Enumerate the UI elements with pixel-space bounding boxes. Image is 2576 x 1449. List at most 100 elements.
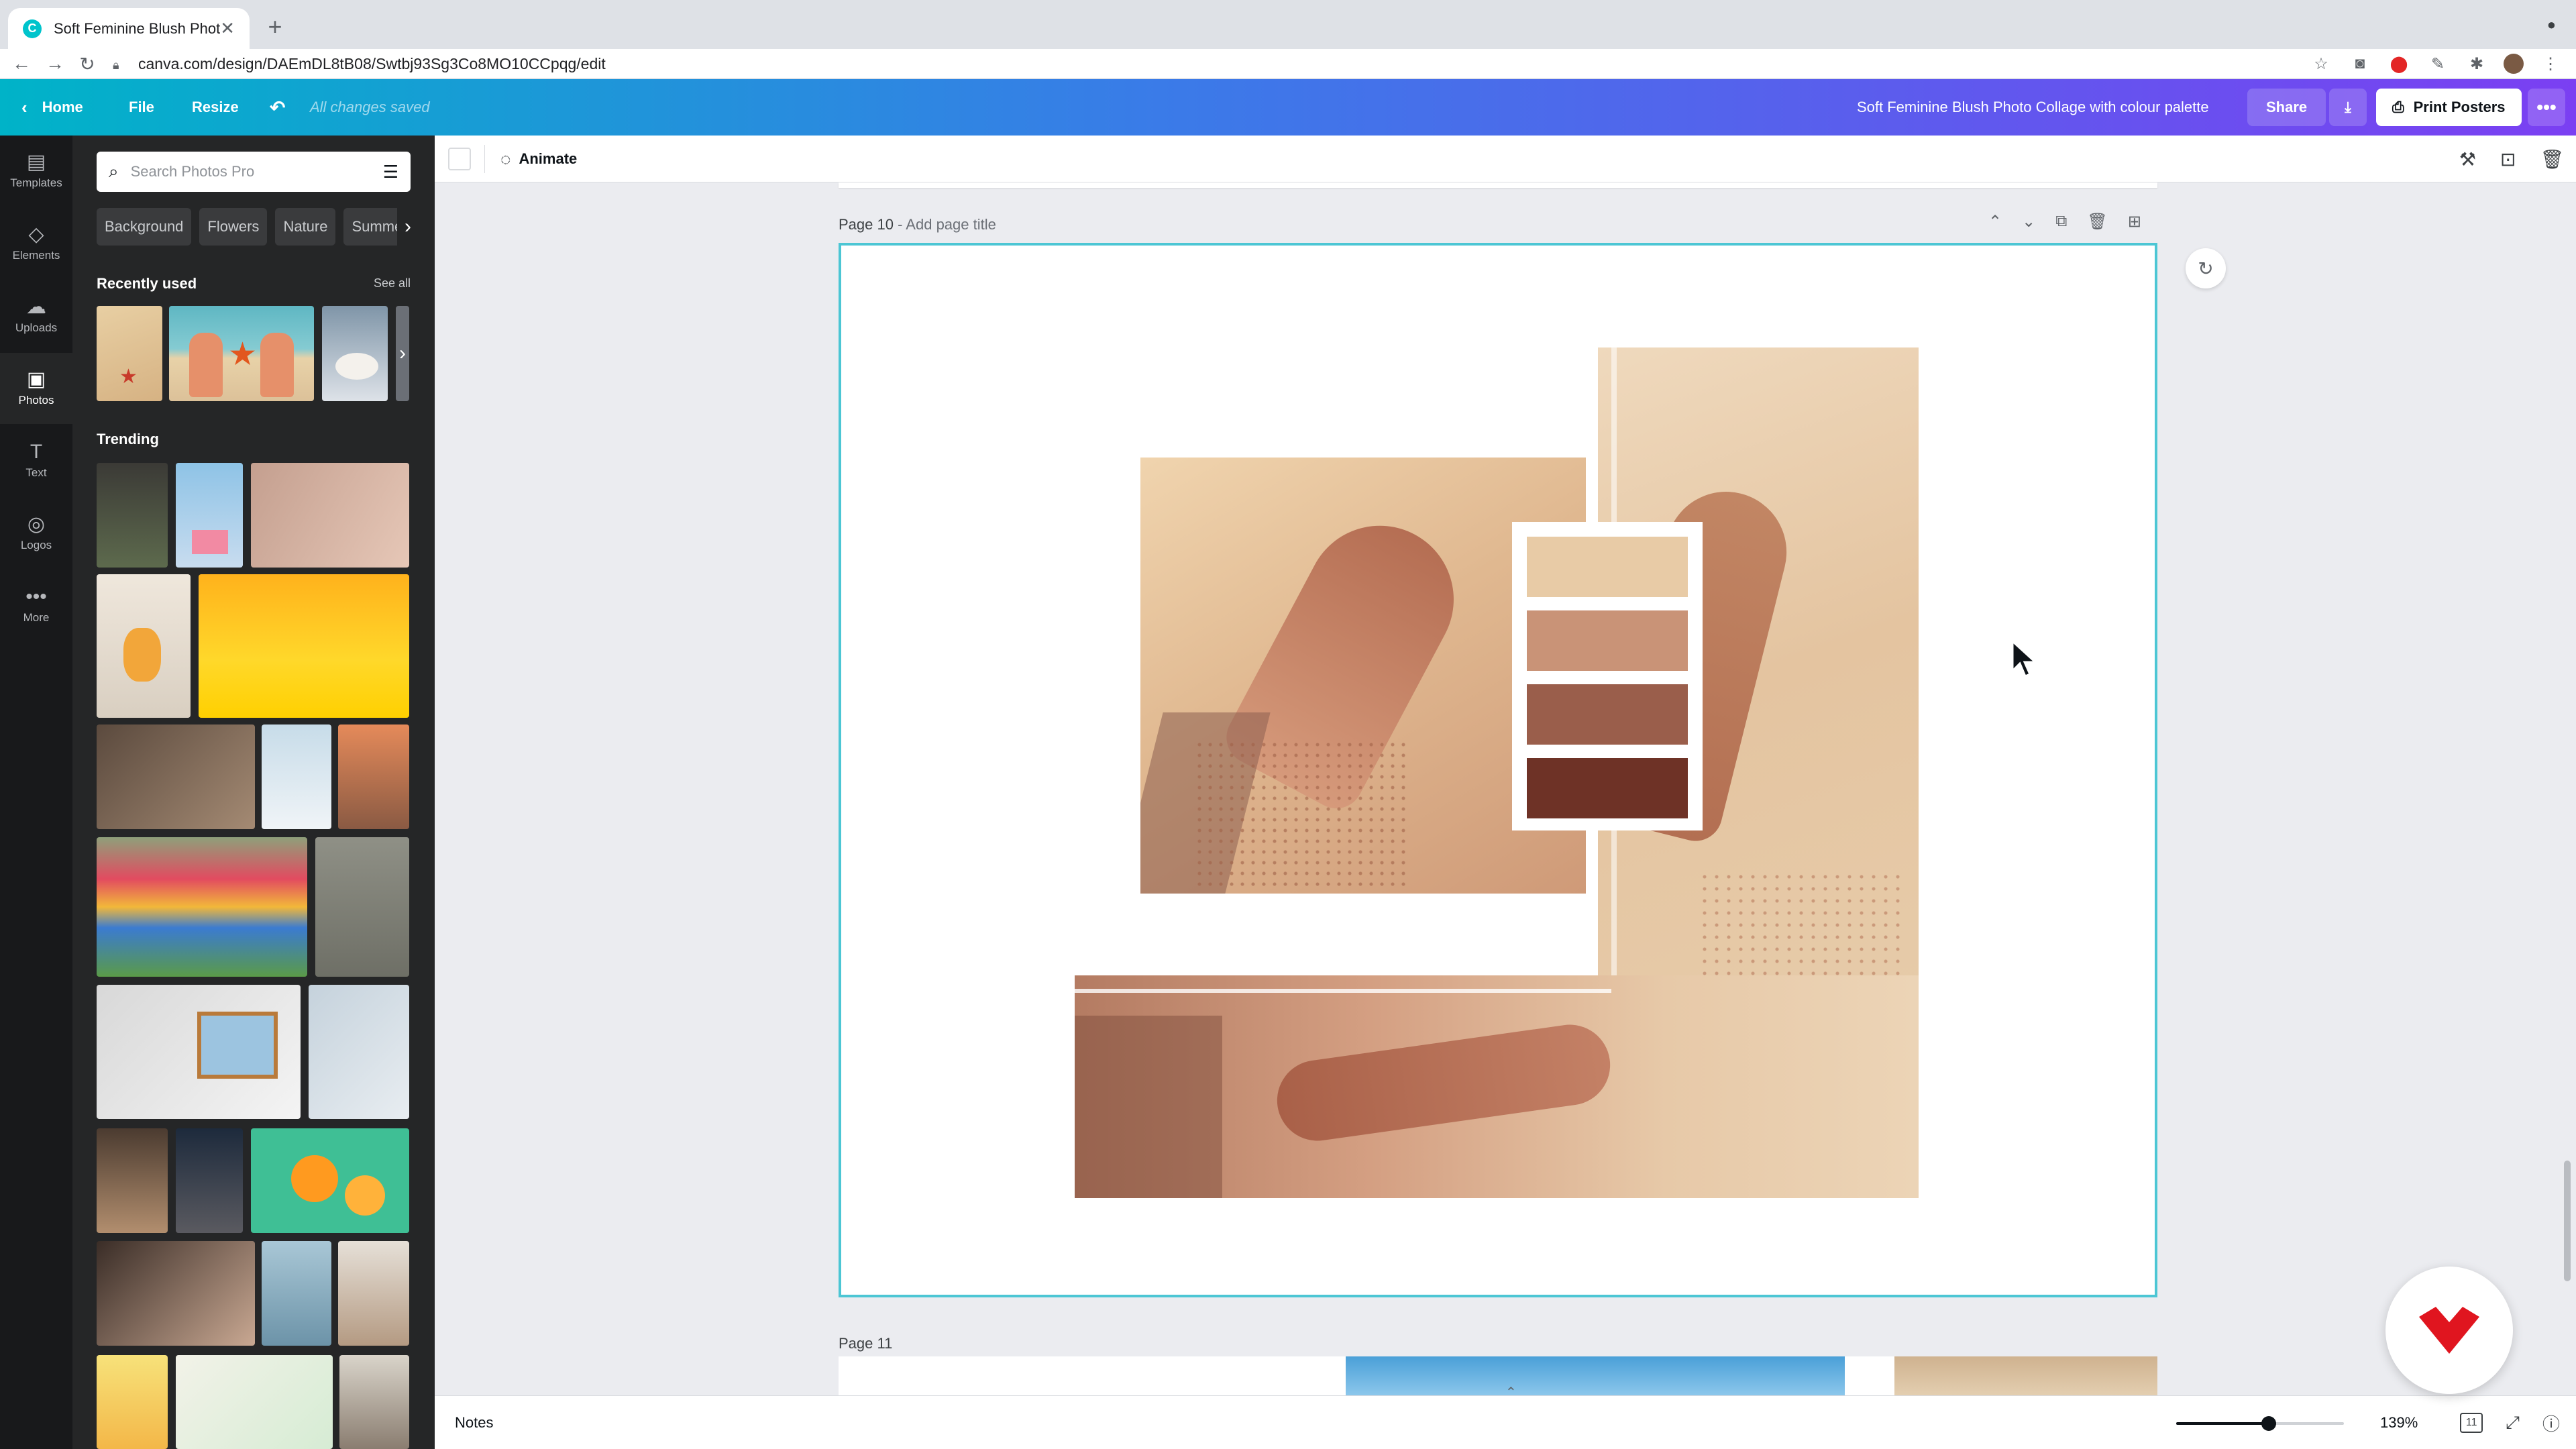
browser-menu-icon[interactable]: ⋮ [2538, 52, 2563, 76]
paint-roller-icon[interactable]: ⚒ [2459, 148, 2476, 170]
trending-photo-thumbnail[interactable] [315, 837, 409, 977]
download-icon[interactable]: ⤓ [2329, 89, 2367, 126]
recent-photo-thumbnail[interactable]: ★ [169, 306, 314, 401]
rotate-refresh-icon[interactable]: ↻ [2186, 248, 2226, 288]
home-button[interactable]: ‹ Home [21, 79, 83, 136]
delete-page-icon[interactable]: 🗑︎ [2087, 212, 2107, 231]
zoom-slider[interactable] [2176, 1416, 2344, 1431]
trending-photo-thumbnail[interactable] [97, 837, 307, 977]
zoom-level[interactable]: 139% [2380, 1396, 2418, 1449]
recent-photo-thumbnail[interactable]: ★ [97, 306, 162, 401]
lock-icon[interactable]: ⊡ [2500, 148, 2516, 170]
palette-swatch-3[interactable] [1527, 684, 1688, 745]
chip-nature[interactable]: Nature [275, 208, 336, 246]
trending-photo-thumbnail[interactable] [339, 1355, 409, 1449]
trending-photo-thumbnail[interactable] [176, 1128, 243, 1233]
trending-photo-thumbnail[interactable] [97, 724, 255, 829]
rail-item-templates[interactable]: ▤ Templates [0, 136, 72, 207]
trending-photo-thumbnail[interactable] [199, 574, 409, 718]
record-extension-icon[interactable]: ⬤ [2387, 52, 2411, 76]
filter-icon[interactable]: ☰ [383, 162, 398, 182]
page-11-photo[interactable] [1894, 1356, 2157, 1395]
file-menu-button[interactable]: File [129, 79, 154, 136]
rail-item-elements[interactable]: ◇ Elements [0, 208, 72, 279]
trending-photo-thumbnail[interactable] [338, 724, 409, 829]
url-omnibox[interactable]: 🔒︎ canva.com/design/DAEmDL8tB08/Swtbj93S… [113, 50, 2326, 77]
browser-tab[interactable]: C Soft Feminine Blush Photo Col ✕ [8, 8, 250, 49]
notes-button[interactable]: Notes [455, 1396, 493, 1449]
design-title[interactable]: Soft Feminine Blush Photo Collage with c… [1857, 79, 2209, 136]
add-page-icon[interactable]: ⊞ [2128, 212, 2141, 231]
trending-photo-thumbnail[interactable] [251, 1128, 409, 1233]
trending-photo-thumbnail[interactable] [97, 574, 191, 718]
more-options-button[interactable]: ••• [2528, 89, 2565, 126]
palette-swatch-4[interactable] [1527, 758, 1688, 818]
rail-item-photos[interactable]: ▣ Photos [0, 353, 72, 424]
trash-icon[interactable]: 🗑︎ [2540, 148, 2564, 170]
resize-button[interactable]: Resize [192, 79, 239, 136]
chevron-up-icon[interactable]: ⌃ [1505, 1384, 1517, 1401]
trending-photo-thumbnail[interactable] [262, 1241, 331, 1346]
trending-photo-thumbnail[interactable] [97, 1355, 168, 1449]
trending-photo-thumbnail[interactable] [97, 463, 168, 568]
palette-swatch-2[interactable] [1527, 610, 1688, 671]
reload-icon[interactable]: ↻ [75, 52, 99, 76]
canvas-scrollbar[interactable] [2564, 1161, 2571, 1281]
shell-shape [335, 353, 378, 380]
zoom-slider-handle[interactable] [2261, 1416, 2276, 1431]
duplicate-page-icon[interactable]: ⧉ [2055, 212, 2067, 231]
new-tab-button[interactable]: + [260, 12, 290, 42]
colour-palette-card[interactable] [1512, 522, 1703, 830]
color-picker-extension-icon[interactable]: ✎ [2426, 52, 2450, 76]
trending-photo-thumbnail[interactable] [251, 463, 409, 568]
trending-photo-thumbnail[interactable] [338, 1241, 409, 1346]
animate-button[interactable]: ◌ Animate [500, 136, 577, 182]
move-page-up-icon[interactable]: ⌃ [1988, 212, 2002, 231]
page-11-canvas[interactable] [839, 1356, 2157, 1395]
page-10-label[interactable]: Page 10 - Add page title [839, 216, 996, 233]
chip-background[interactable]: Background [97, 208, 192, 246]
chevron-right-icon[interactable]: › [393, 306, 412, 401]
rail-item-text[interactable]: T Text [0, 425, 72, 496]
floating-extension-logo[interactable] [2385, 1267, 2513, 1394]
see-all-link[interactable]: See all [374, 276, 411, 290]
forward-icon[interactable]: → [43, 52, 67, 76]
recent-photo-thumbnail[interactable] [322, 306, 388, 401]
print-posters-button[interactable]: ⎙ Print Posters [2376, 89, 2522, 126]
tab-search-icon[interactable]: ● [2547, 16, 2556, 34]
profile-avatar[interactable] [2504, 54, 2524, 74]
page-count-button[interactable]: 11 [2460, 1413, 2483, 1433]
trending-photo-thumbnail[interactable] [176, 463, 243, 568]
chip-flowers[interactable]: Flowers [199, 208, 268, 246]
page-11-label[interactable]: Page 11 [839, 1335, 892, 1352]
trending-photo-thumbnail[interactable] [309, 985, 409, 1119]
trending-photo-thumbnail[interactable] [97, 1241, 255, 1346]
palette-swatch-1[interactable] [1527, 537, 1688, 597]
trending-photo-thumbnail[interactable] [97, 985, 301, 1119]
mouse-cursor-icon [2011, 640, 2038, 678]
camera-extension-icon[interactable]: ◙ [2348, 52, 2372, 76]
trending-photo-thumbnail[interactable] [97, 1128, 168, 1233]
help-icon[interactable]: ⓘ [2542, 1411, 2560, 1436]
chevron-right-icon[interactable]: › [397, 208, 419, 246]
share-button[interactable]: Share [2247, 89, 2326, 126]
rail-item-uploads[interactable]: ☁ Uploads [0, 280, 72, 352]
search-input[interactable] [130, 163, 359, 180]
background-color-swatch[interactable] [448, 148, 471, 170]
move-page-down-icon[interactable]: ⌄ [2022, 212, 2035, 231]
trending-photo-thumbnail[interactable] [262, 724, 331, 829]
page-10-canvas[interactable] [839, 243, 2157, 1297]
canva-topbar: ‹ Home File Resize ↶ All changes saved S… [0, 79, 2576, 136]
fullscreen-icon[interactable]: ⤢ [2506, 1412, 2520, 1434]
puzzle-extensions-icon[interactable]: ✱ [2465, 52, 2489, 76]
trending-photo-thumbnail[interactable] [176, 1355, 333, 1449]
bookmark-star-icon[interactable]: ☆ [2309, 52, 2333, 76]
collage-photo-bottom[interactable] [1075, 975, 1919, 1198]
tab-close-icon[interactable]: ✕ [220, 18, 235, 39]
undo-icon[interactable]: ↶ [270, 79, 285, 136]
rail-item-more[interactable]: ••• More [0, 570, 72, 641]
editor-toolbar: ◌ Animate ⚒ ⊡ 🗑︎ [435, 136, 2576, 182]
back-icon[interactable]: ← [9, 52, 34, 76]
page-11-photo[interactable] [1346, 1356, 1845, 1395]
rail-item-logos[interactable]: ◎ Logos [0, 498, 72, 569]
